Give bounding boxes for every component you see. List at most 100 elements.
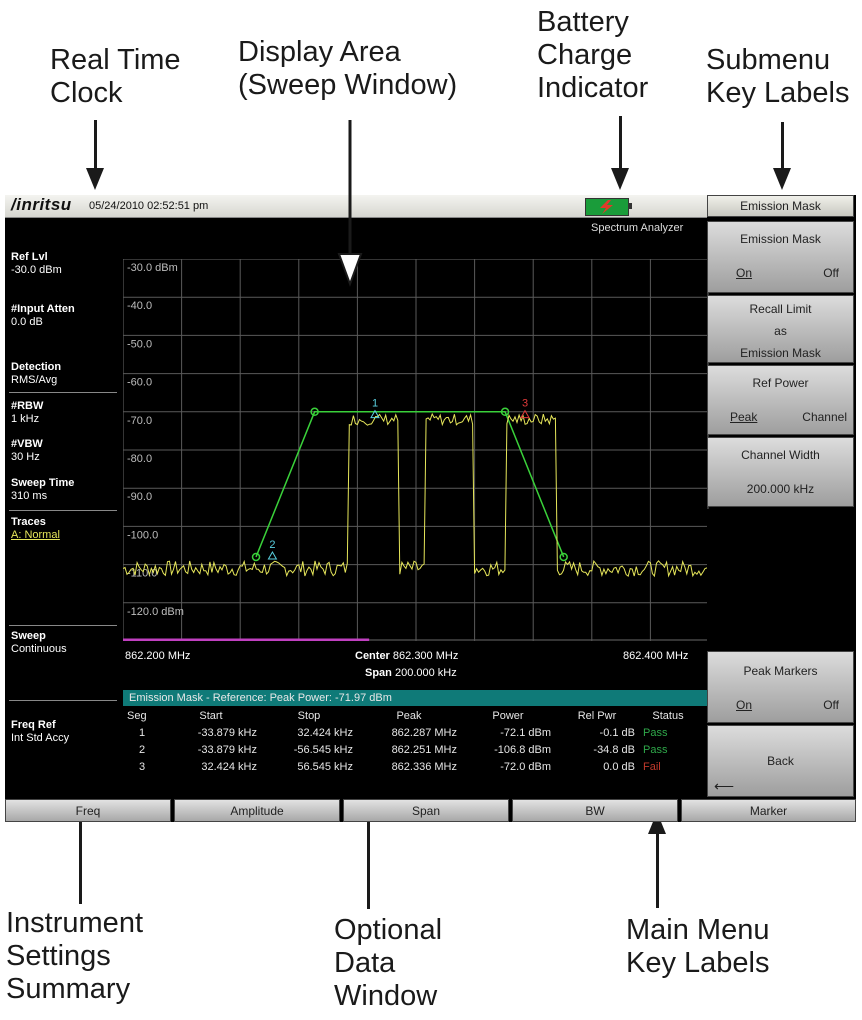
- channel-width-button[interactable]: Channel Width 200.000 kHz: [707, 437, 854, 507]
- column-header: Stop: [297, 709, 321, 722]
- menu-bw[interactable]: BW: [512, 799, 678, 822]
- mode-label: Spectrum Analyzer: [591, 222, 684, 234]
- table-row: 1 -33.879 kHz 32.424 kHz 862.287 MHz -72.1 d…: [123, 724, 697, 741]
- table-cell: 32.424 kHz: [297, 726, 353, 739]
- callout-submenu-keys: Submenu Key Labels: [706, 44, 850, 109]
- peak-markers-toggle[interactable]: Peak Markers On Off: [707, 651, 854, 723]
- center-frequency: Center 862.300 MHz: [355, 650, 459, 662]
- detection: Detection RMS/Avg: [11, 361, 62, 386]
- y-axis-label: -60.0: [127, 377, 152, 389]
- table-cell: -72.1 dBm: [500, 726, 551, 739]
- table-cell: -106.8 dBm: [494, 743, 551, 756]
- y-axis-label: -80.0: [127, 453, 152, 465]
- menu-freq[interactable]: Freq: [5, 799, 171, 822]
- ref-power-toggle[interactable]: Ref Power Peak Channel: [707, 365, 854, 435]
- table-row: 3 32.424 kHz 56.545 kHz 862.336 MHz -72.0 dB…: [123, 758, 697, 775]
- arrow-display-area: [337, 120, 363, 287]
- table-cell: Pass: [643, 726, 668, 739]
- menu-amplitude[interactable]: Amplitude: [174, 799, 340, 822]
- recall-limit-button[interactable]: Recall Limit as Emission Mask: [707, 295, 854, 363]
- input-atten: #Input Atten 0.0 dB: [11, 303, 75, 328]
- table-cell: Fail: [643, 760, 661, 773]
- arrow-main-menu: [656, 832, 659, 908]
- table-cell: 862.336 MHz: [391, 760, 457, 773]
- instrument-settings-summary: Ref Lvl -30.0 dBm #Input Atten 0.0 dB Dete…: [5, 219, 123, 822]
- arrow-battery: [619, 116, 622, 168]
- sweep-window: -30.0 dBm -40.0 -50.0 -60.0 -70.0 -80.0 -90.0 -…: [122, 258, 710, 642]
- data-window-title: Emission Mask - Reference: Peak Power: -…: [123, 690, 709, 706]
- table-header-row: Seg Start Stop Peak Power Rel Pwr Status: [123, 707, 697, 724]
- back-button[interactable]: Back ⟵: [707, 725, 854, 797]
- emission-mask-line: [255, 411, 565, 558]
- marker-3-label: 3: [522, 398, 528, 410]
- marker-2-icon: [267, 550, 278, 560]
- menu-span[interactable]: Span: [343, 799, 509, 822]
- divider: [9, 625, 117, 626]
- table-cell: 3: [138, 760, 146, 773]
- spectrum-plot: -30.0 dBm -40.0 -50.0 -60.0 -70.0 -80.0 -90.0 -…: [122, 258, 710, 642]
- emission-mask-table: Seg Start Stop Peak Power Rel Pwr Status 1 -33.8…: [123, 707, 697, 775]
- callout-main-menu-keys: Main Menu Key Labels: [626, 914, 770, 979]
- y-axis-label: -30.0 dBm: [127, 262, 178, 274]
- column-header: Status: [652, 709, 684, 722]
- marker-2-label: 2: [269, 539, 275, 551]
- menu-marker[interactable]: Marker: [681, 799, 856, 822]
- span-value: Span 200.000 kHz: [365, 667, 457, 679]
- anritsu-logo: /inritsu: [11, 195, 72, 214]
- table-cell: -34.8 dB: [593, 743, 635, 756]
- arrow-battery-head: [611, 168, 629, 190]
- callout-optional-data-window: Optional Data Window: [334, 914, 443, 1012]
- divider: [9, 392, 117, 393]
- callout-real-time-clock: Real Time Clock: [50, 44, 181, 109]
- ref-level: Ref Lvl -30.0 dBm: [11, 251, 62, 276]
- table-cell: 32.424 kHz: [201, 760, 257, 773]
- submenu-keys: Emission Mask Emission Mask On Off Recal…: [707, 195, 856, 822]
- table-cell: 862.251 MHz: [391, 743, 457, 756]
- column-header: Rel Pwr: [577, 709, 617, 722]
- column-header: Power: [492, 709, 524, 722]
- y-axis-label: -40.0: [127, 300, 152, 312]
- emission-mask-toggle[interactable]: Emission Mask On Off: [707, 221, 854, 293]
- battery-tip: [629, 203, 632, 209]
- charging-bolt-icon: [600, 200, 613, 214]
- y-axis-label: -50.0: [127, 338, 152, 350]
- table-cell: 1: [138, 726, 146, 739]
- marker-1-label: 1: [372, 398, 378, 410]
- y-axis-label: -120.0 dBm: [127, 606, 184, 618]
- table-cell: -56.545 kHz: [293, 743, 353, 756]
- traces: Traces A: Normal: [11, 516, 60, 541]
- sweep-mode: Sweep Continuous: [11, 630, 67, 655]
- submenu-title: Emission Mask: [707, 195, 854, 217]
- divider: [9, 700, 117, 701]
- y-axis-label: -100.0: [127, 529, 158, 541]
- back-arrow-icon: ⟵: [714, 778, 735, 794]
- arrow-submenu-head: [773, 168, 791, 190]
- y-axis-label: -90.0: [127, 491, 152, 503]
- table-cell: -0.1 dB: [599, 726, 635, 739]
- table-cell: Pass: [643, 743, 668, 756]
- table-cell: 862.287 MHz: [391, 726, 457, 739]
- main-menu-keys: Freq Amplitude Span BW Marker: [5, 799, 856, 822]
- table-cell: 0.0 dB: [603, 760, 635, 773]
- column-header: Seg: [127, 709, 147, 722]
- real-time-clock: 05/24/2010 02:52:51 pm: [89, 200, 209, 212]
- y-axis-label: -70.0: [127, 415, 152, 427]
- rbw: #RBW 1 kHz: [11, 400, 44, 425]
- table-cell: -33.879 kHz: [197, 743, 257, 756]
- callout-battery-indicator: Battery Charge Indicator: [537, 6, 649, 104]
- sweep-time: Sweep Time 310 ms: [11, 477, 75, 502]
- freq-ref: Freq Ref Int Std Accy: [11, 719, 70, 744]
- arrow-clock: [94, 120, 97, 170]
- table-cell: -72.0 dBm: [500, 760, 551, 773]
- stop-frequency: 862.400 MHz: [623, 650, 689, 662]
- vbw: #VBW 30 Hz: [11, 438, 43, 463]
- battery-charge-icon: [585, 198, 629, 216]
- divider: [9, 510, 117, 511]
- table-cell: -33.879 kHz: [197, 726, 257, 739]
- table-row: 2 -33.879 kHz -56.545 kHz 862.251 MHz -106.8…: [123, 741, 697, 758]
- arrow-submenu: [781, 122, 784, 170]
- instrument-screen: /inritsu 05/24/2010 02:52:51 pm Spectrum…: [5, 195, 856, 822]
- table-cell: 56.545 kHz: [297, 760, 353, 773]
- empty-key-area: [707, 509, 854, 649]
- callout-display-area: Display Area (Sweep Window): [238, 36, 458, 101]
